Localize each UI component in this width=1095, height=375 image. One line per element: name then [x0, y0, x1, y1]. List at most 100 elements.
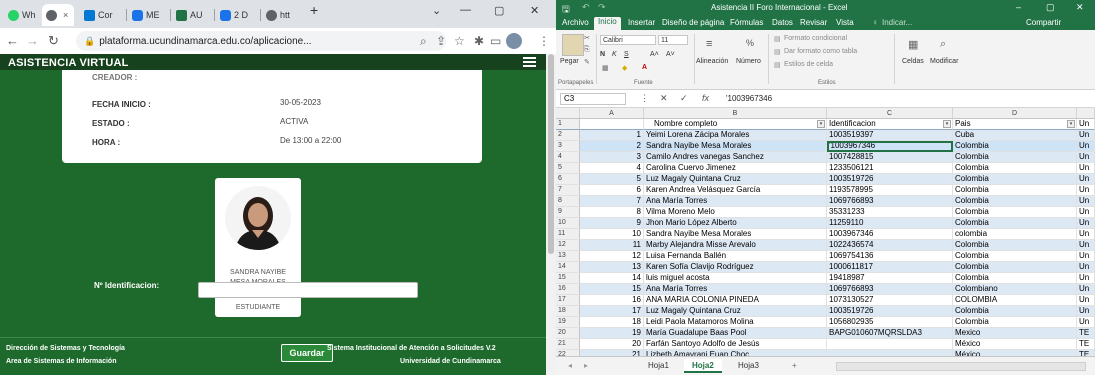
table-cell[interactable]: 3	[580, 152, 644, 163]
table-cell[interactable]: 6	[580, 185, 644, 196]
table-cell[interactable]: Colombia	[953, 262, 1077, 273]
select-all-corner[interactable]	[556, 108, 580, 119]
browser-tab-http[interactable]: htt	[262, 4, 304, 26]
table-cell[interactable]: 13	[580, 262, 644, 273]
table-cell[interactable]: Un	[1077, 174, 1095, 185]
table-cell[interactable]: 16	[580, 295, 644, 306]
table-cell[interactable]: Leidi Paola Matamoros Molina	[644, 317, 827, 328]
column-header-a[interactable]: A	[580, 108, 644, 119]
table-cell[interactable]: Luz Magaly Quintana Cruz	[644, 174, 827, 185]
row-number[interactable]: 5	[556, 163, 580, 174]
column-header-c[interactable]: C	[827, 108, 953, 119]
cancel-entry-icon[interactable]: ✕	[660, 93, 668, 104]
borders-icon[interactable]: ▦	[602, 64, 609, 72]
row-number[interactable]: 6	[556, 174, 580, 185]
table-cell[interactable]: Un	[1077, 163, 1095, 174]
table-cell[interactable]: Un	[1077, 295, 1095, 306]
undo-icon[interactable]: ↶	[582, 2, 590, 13]
row-number[interactable]: 9	[556, 207, 580, 218]
table-cell[interactable]: María Guadalupe Baas Pool	[644, 328, 827, 339]
new-tab-button[interactable]: +	[310, 2, 318, 18]
table-cell[interactable]: Un	[1077, 262, 1095, 273]
cond-format-button[interactable]: Formato condicional	[784, 35, 847, 42]
star-icon[interactable]: ☆	[454, 34, 465, 48]
table-cell[interactable]: Sandra Nayibe Mesa Morales	[644, 229, 827, 240]
table-cell[interactable]: Colombiano	[953, 284, 1077, 295]
table-cell[interactable]: Un	[1077, 273, 1095, 284]
row-number[interactable]: 12	[556, 240, 580, 251]
alignment-button[interactable]: Alineación	[696, 58, 728, 65]
sidepanel-icon[interactable]: ▭	[490, 34, 501, 48]
table-cell[interactable]: Camilo Andres vanegas Sanchez	[644, 152, 827, 163]
row-number[interactable]: 17	[556, 295, 580, 306]
table-cell[interactable]: COLOMBIA	[953, 295, 1077, 306]
redo-icon[interactable]: ↷	[598, 2, 606, 13]
formula-input[interactable]: '1003967346	[726, 94, 772, 103]
table-header-cell[interactable]	[580, 119, 644, 130]
browser-tab-me[interactable]: ME	[128, 4, 168, 26]
bold-button[interactable]: N	[600, 51, 605, 58]
table-cell[interactable]: ANA MARIA COLONIA PINEDA	[644, 295, 827, 306]
table-cell[interactable]: Colombia	[953, 273, 1077, 284]
next-sheet-icon[interactable]: ▸	[576, 359, 596, 373]
table-cell[interactable]: 1069754136	[827, 251, 953, 262]
table-cell[interactable]: Un	[1077, 306, 1095, 317]
filter-dropdown-icon[interactable]: ▾	[817, 120, 825, 128]
table-cell[interactable]: 1069766893	[827, 284, 953, 295]
table-cell[interactable]: 5	[580, 174, 644, 185]
column-header-d[interactable]: D	[953, 108, 1077, 119]
tab-insertar[interactable]: Insertar	[628, 18, 655, 27]
table-cell[interactable]: 1000611817	[827, 262, 953, 273]
table-cell[interactable]: México	[953, 339, 1077, 350]
table-cell[interactable]: Un	[1077, 317, 1095, 328]
table-cell[interactable]: 19	[580, 328, 644, 339]
browser-tab-whatsapp[interactable]: Wh	[4, 4, 38, 26]
format-painter-icon[interactable]: ✎	[584, 58, 590, 66]
table-cell[interactable]: Un	[1077, 196, 1095, 207]
row-number[interactable]: 14	[556, 262, 580, 273]
table-cell[interactable]	[827, 339, 953, 350]
fill-color-icon[interactable]: ◆	[622, 64, 627, 72]
filter-dropdown-icon[interactable]: ▾	[1067, 120, 1075, 128]
table-cell[interactable]: Yeimi Lorena Zácipa Morales	[644, 130, 827, 141]
maximize-button[interactable]: ▢	[494, 4, 504, 17]
table-cell[interactable]: Colombia	[953, 185, 1077, 196]
browser-tab-2d[interactable]: 2 D	[216, 4, 258, 26]
scrollbar-thumb[interactable]	[548, 54, 554, 254]
table-cell[interactable]: Farfán Santoyo Adolfo de Jesús	[644, 339, 827, 350]
table-cell[interactable]: 19418987	[827, 273, 953, 284]
number-button[interactable]: Número	[736, 58, 761, 65]
table-cell[interactable]: Cuba	[953, 130, 1077, 141]
horizontal-scrollbar[interactable]	[836, 362, 1086, 371]
back-icon[interactable]: ←	[6, 33, 19, 48]
table-cell[interactable]: Un	[1077, 185, 1095, 196]
menu-kebab-icon[interactable]: ⋮	[538, 34, 550, 48]
table-cell[interactable]: Ana María Torres	[644, 284, 827, 295]
table-cell[interactable]: 11259110	[827, 218, 953, 229]
extensions-icon[interactable]: ✱	[474, 34, 484, 48]
table-header-cell[interactable]: Pais ▾	[953, 119, 1077, 130]
alignment-icon[interactable]: ≡	[706, 38, 712, 50]
row-number[interactable]: 18	[556, 306, 580, 317]
add-sheet-button[interactable]: +	[784, 359, 805, 373]
modify-button[interactable]: Modificar	[930, 58, 958, 65]
table-cell[interactable]: 10	[580, 229, 644, 240]
table-cell[interactable]: 14	[580, 273, 644, 284]
table-cell[interactable]: 1007428815	[827, 152, 953, 163]
paste-icon[interactable]	[562, 34, 584, 56]
table-cell[interactable]: 1073130527	[827, 295, 953, 306]
table-cell[interactable]: Luz Magaly Quintana Cruz	[644, 306, 827, 317]
table-cell[interactable]: Colombia	[953, 218, 1077, 229]
close-window-button[interactable]: ✕	[530, 4, 539, 17]
name-box[interactable]: C3	[560, 93, 626, 105]
copy-icon[interactable]: ⎘	[584, 46, 590, 54]
row-number[interactable]: 4	[556, 152, 580, 163]
table-format-button[interactable]: Dar formato como tabla	[784, 48, 857, 55]
paste-button[interactable]: Pegar	[560, 58, 579, 65]
table-cell[interactable]: Un	[1077, 229, 1095, 240]
grow-font-button[interactable]: A˄	[650, 51, 659, 58]
table-cell[interactable]: 15	[580, 284, 644, 295]
sheet-tab-hoja2[interactable]: Hoja2	[684, 359, 722, 373]
zoom-icon[interactable]: ⌕	[420, 34, 427, 49]
table-cell[interactable]: 9	[580, 218, 644, 229]
